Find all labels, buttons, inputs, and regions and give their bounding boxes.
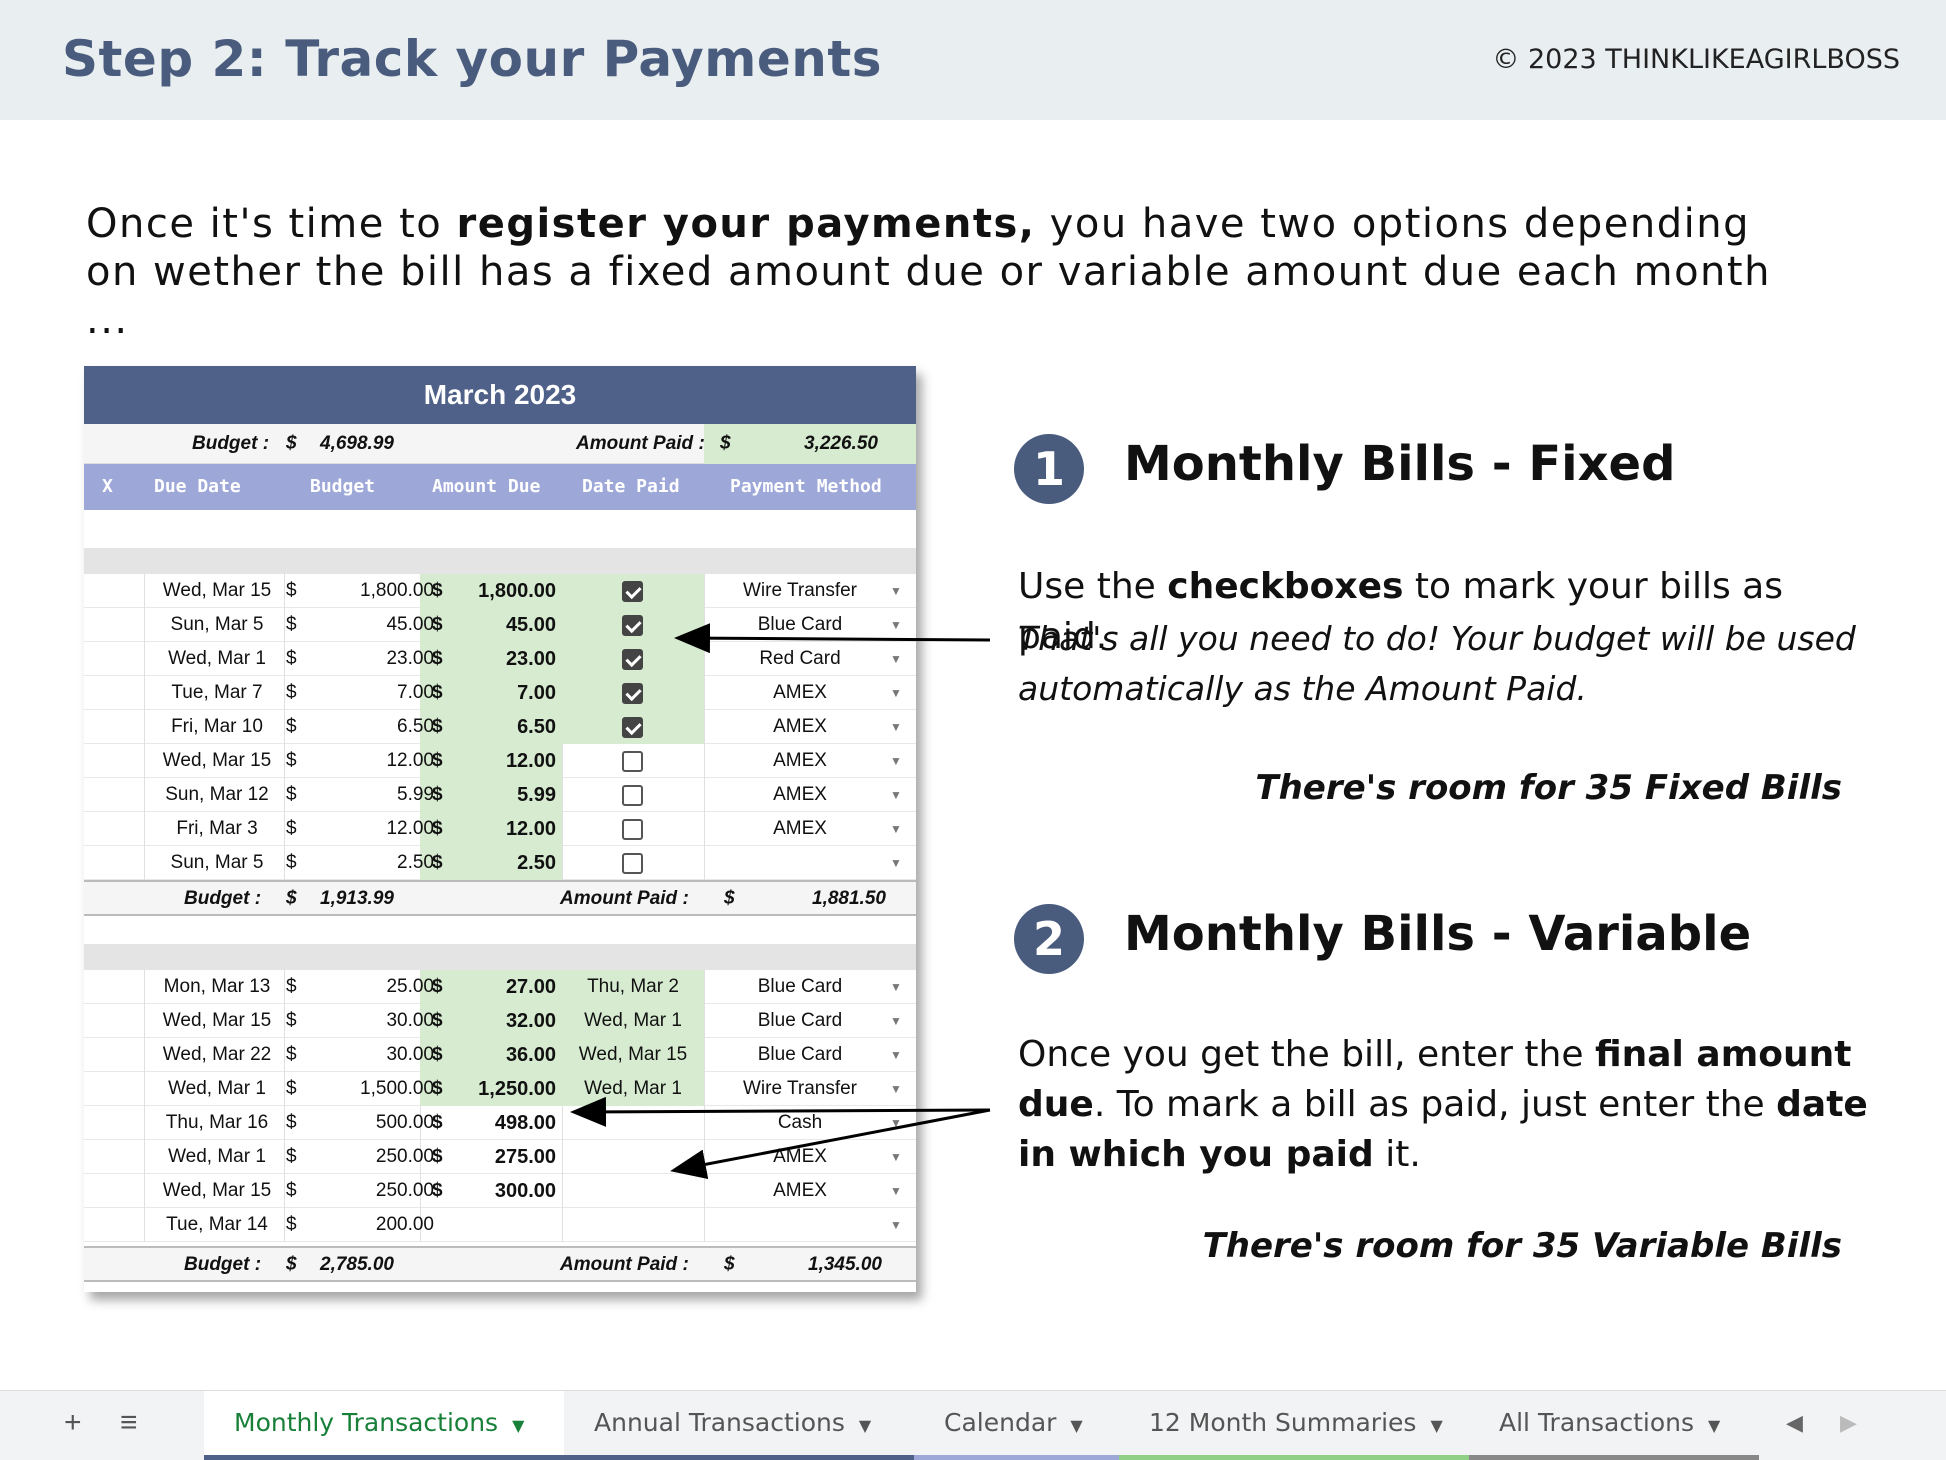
tab-label: Calendar: [944, 1408, 1057, 1437]
scroll-right-icon[interactable]: ▶: [1840, 1391, 1857, 1455]
chevron-down-icon: ▼: [1707, 1416, 1721, 1435]
scroll-left-icon[interactable]: ◀: [1786, 1391, 1803, 1455]
fixed-p2: That's all you need to do! Your budget w…: [1018, 619, 1856, 708]
slide: Step 2: Track your Payments © 2023 THINK…: [0, 0, 1946, 1460]
fixed-note: That's all you need to do! Your budget w…: [1018, 614, 1878, 714]
tab-label: All Transactions: [1499, 1408, 1694, 1437]
arrow-to-date-paid: [570, 1096, 991, 1127]
chevron-down-icon: ▼: [1430, 1416, 1443, 1435]
tab-label: Annual Transactions: [594, 1408, 845, 1437]
step-badge-1: 1: [1014, 434, 1084, 504]
tab-12-month-summaries[interactable]: 12 Month Summaries ▼: [1119, 1391, 1469, 1460]
tab-annual-transactions[interactable]: Annual Transactions ▼: [564, 1391, 914, 1460]
arrow-to-checkboxes: [674, 623, 991, 654]
fixed-p1-pre: Use the: [1018, 566, 1168, 607]
tab-calendar[interactable]: Calendar ▼: [914, 1391, 1119, 1460]
tab-monthly-transactions[interactable]: Monthly Transactions ▼: [204, 1391, 564, 1460]
list-icon[interactable]: ≡: [120, 1391, 138, 1455]
section-title-variable: Monthly Bills - Variable: [1124, 906, 1752, 962]
step-badge-2: 2: [1014, 904, 1084, 974]
plus-icon[interactable]: +: [64, 1391, 82, 1455]
chevron-down-icon: ▼: [512, 1416, 525, 1435]
fixed-p1-bold: checkboxes: [1167, 566, 1404, 607]
tab-label: 12 Month Summaries: [1149, 1408, 1417, 1437]
tab-color-bar: [204, 1455, 564, 1460]
chevron-down-icon: ▼: [1070, 1416, 1083, 1435]
chevron-down-icon: ▼: [858, 1416, 872, 1435]
tab-color-bar: [1119, 1455, 1469, 1460]
tab-label: Monthly Transactions: [234, 1408, 499, 1437]
fixed-capacity-note: There's room for 35 Fixed Bills: [1255, 768, 1842, 808]
tab-color-bar: [1469, 1455, 1759, 1460]
variable-t2: . To mark a bill as paid, just enter the: [1093, 1084, 1777, 1125]
variable-capacity-note: There's room for 35 Variable Bills: [1202, 1226, 1842, 1266]
tab-color-bar: [914, 1455, 1119, 1460]
section-title-fixed: Monthly Bills - Fixed: [1124, 436, 1676, 492]
tab-color-bar: [564, 1455, 914, 1460]
variable-t1: Once you get the bill, enter the: [1018, 1034, 1595, 1075]
variable-t3: it.: [1373, 1134, 1421, 1175]
tab-all-transactions[interactable]: All Transactions ▼: [1469, 1391, 1759, 1460]
sheet-tab-bar: + ≡ Monthly Transactions ▼ Annual Transac…: [0, 1390, 1946, 1460]
variable-instructions: Once you get the bill, enter the final a…: [1018, 1030, 1878, 1180]
arrow-to-blank-date: [670, 1108, 991, 1180]
